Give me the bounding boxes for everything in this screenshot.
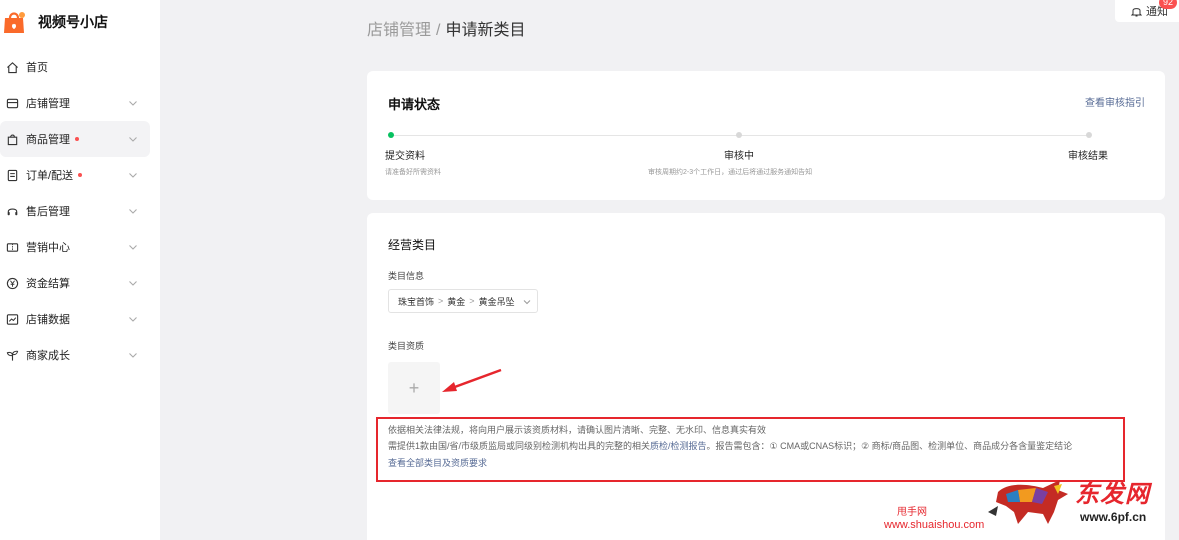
sidebar-item-label: 店铺数据	[26, 314, 70, 326]
sidebar-item-label: 订单/配送	[26, 170, 74, 182]
category-path-level3: 黄金吊坠	[478, 296, 515, 307]
tip-line-2-suffix: 。报告需包含：① CMA或CNAS标识；② 商标/商品图、检测单位、商品成分各含…	[706, 441, 1073, 451]
tip-line-1: 依据相关法律法规，将向用户展示该资质材料，请确认图片清晰、完整、无水印、信息真实…	[388, 425, 767, 435]
review-guide-link[interactable]: 查看审核指引	[1085, 94, 1145, 109]
tip-line-2: 需提供1款由国/省/市级质监局或同级别检测机构出具的完整的相关质检/检测报告。报…	[388, 439, 1072, 452]
notification-dot	[78, 173, 83, 177]
chevron-down-icon	[523, 298, 531, 306]
sidebar-item-label: 营销中心	[26, 242, 70, 254]
watermark-brand: 东发网	[1075, 481, 1150, 508]
chevron-down-icon	[128, 134, 138, 144]
category-card-title: 经营类目	[388, 238, 437, 252]
chevron-down-icon	[128, 206, 138, 216]
upload-qualification-button[interactable]: +	[388, 362, 440, 414]
sidebar-item-home[interactable]: 首页	[0, 49, 160, 85]
category-path-level1: 珠宝首饰	[398, 296, 435, 307]
sidebar-item-label: 首页	[26, 62, 48, 74]
sidebar-item-label: 店铺管理	[26, 98, 70, 110]
home-icon	[4, 59, 20, 75]
store-icon	[4, 95, 20, 111]
path-separator: >	[469, 296, 475, 306]
order-icon	[4, 167, 20, 183]
chevron-down-icon	[128, 98, 138, 108]
tip-line-2-prefix: 需提供1款由国/省/市级质监局或同级别检测机构出具的完整的相关	[388, 441, 651, 451]
sidebar-item-settlement[interactable]: 资金结算	[0, 265, 160, 301]
category-path-level2: 黄金	[447, 296, 466, 307]
sidebar-item-marketing[interactable]: 营销中心	[0, 229, 160, 265]
sidebar-item-label: 售后管理	[26, 206, 70, 218]
sidebar: 视频号小店 首页 店铺管理 商品管理 订单/配送 售后管理 营销中心 资金结算 …	[0, 0, 160, 540]
chevron-down-icon	[128, 314, 138, 324]
sidebar-item-after-sales[interactable]: 售后管理	[0, 193, 160, 229]
sidebar-item-growth[interactable]: 商家成长	[0, 337, 160, 373]
step-label-reviewing: 审核中	[724, 151, 754, 162]
notification-dot	[75, 137, 79, 141]
annotation-arrow-icon	[440, 367, 504, 400]
step-dot-result	[1086, 132, 1092, 138]
application-status-card: 申请状态 查看审核指引 提交资料 审核中 审核结果 请准备好所需资料 审核周期约…	[367, 71, 1165, 200]
app-title: 视频号小店	[38, 14, 108, 30]
sidebar-item-orders[interactable]: 订单/配送	[0, 157, 160, 193]
sidebar-item-label: 商品管理	[26, 134, 70, 146]
status-card-title: 申请状态	[388, 97, 441, 112]
path-separator: >	[438, 296, 444, 306]
watermark-site-url: www.shuaishou.com	[884, 519, 985, 531]
sidebar-item-label: 资金结算	[26, 278, 70, 290]
sprout-icon	[4, 347, 20, 363]
chart-icon	[4, 311, 20, 327]
inspection-report-link[interactable]: 质检/检测报告	[650, 441, 707, 451]
bell-icon	[1131, 5, 1142, 17]
category-cascader[interactable]: 珠宝首饰 > 黄金 > 黄金吊坠	[388, 289, 538, 313]
bull-logo-icon	[988, 472, 1074, 535]
watermark-brand-url: www.6pf.cn	[1080, 510, 1147, 524]
sidebar-item-products[interactable]: 商品管理	[0, 121, 150, 157]
brand[interactable]: 视频号小店	[0, 8, 108, 36]
shop-bag-logo-icon	[2, 9, 28, 35]
yen-icon	[4, 275, 20, 291]
plus-icon: +	[408, 377, 420, 398]
watermark-site-name: 甩手网	[897, 507, 927, 518]
step-label-submit: 提交资料	[385, 151, 425, 162]
sidebar-item-data[interactable]: 店铺数据	[0, 301, 160, 337]
breadcrumb-separator: /	[436, 22, 441, 39]
breadcrumb-parent-link[interactable]: 店铺管理	[367, 22, 431, 39]
headset-icon	[4, 203, 20, 219]
qualification-label: 类目资质	[388, 341, 425, 351]
category-info-label: 类目信息	[388, 271, 425, 281]
breadcrumb: 店铺管理 / 申请新类目	[367, 16, 525, 40]
notification-button[interactable]: 通知 92	[1115, 0, 1179, 22]
sidebar-nav: 首页 店铺管理 商品管理 订单/配送 售后管理 营销中心 资金结算 店铺数据 商…	[0, 49, 160, 373]
chevron-down-icon	[128, 278, 138, 288]
step-dot-submit	[388, 132, 394, 138]
step-desc-reviewing: 审核周期约2-3个工作日，通过后将通过服务通知告知	[648, 169, 813, 176]
notification-count-badge: 92	[1159, 0, 1178, 9]
chevron-down-icon	[128, 350, 138, 360]
chevron-down-icon	[128, 170, 138, 180]
sidebar-item-store[interactable]: 店铺管理	[0, 85, 160, 121]
coupon-icon	[4, 239, 20, 255]
breadcrumb-current: 申请新类目	[445, 22, 526, 39]
sidebar-item-label: 商家成长	[26, 350, 70, 362]
shopping-bag-icon	[4, 131, 20, 147]
chevron-down-icon	[128, 242, 138, 252]
step-dot-reviewing	[736, 132, 742, 138]
view-all-requirements-link[interactable]: 查看全部类目及资质要求	[388, 456, 487, 469]
step-label-result: 审核结果	[1068, 151, 1108, 162]
step-desc-submit: 请准备好所需资料	[385, 169, 441, 176]
